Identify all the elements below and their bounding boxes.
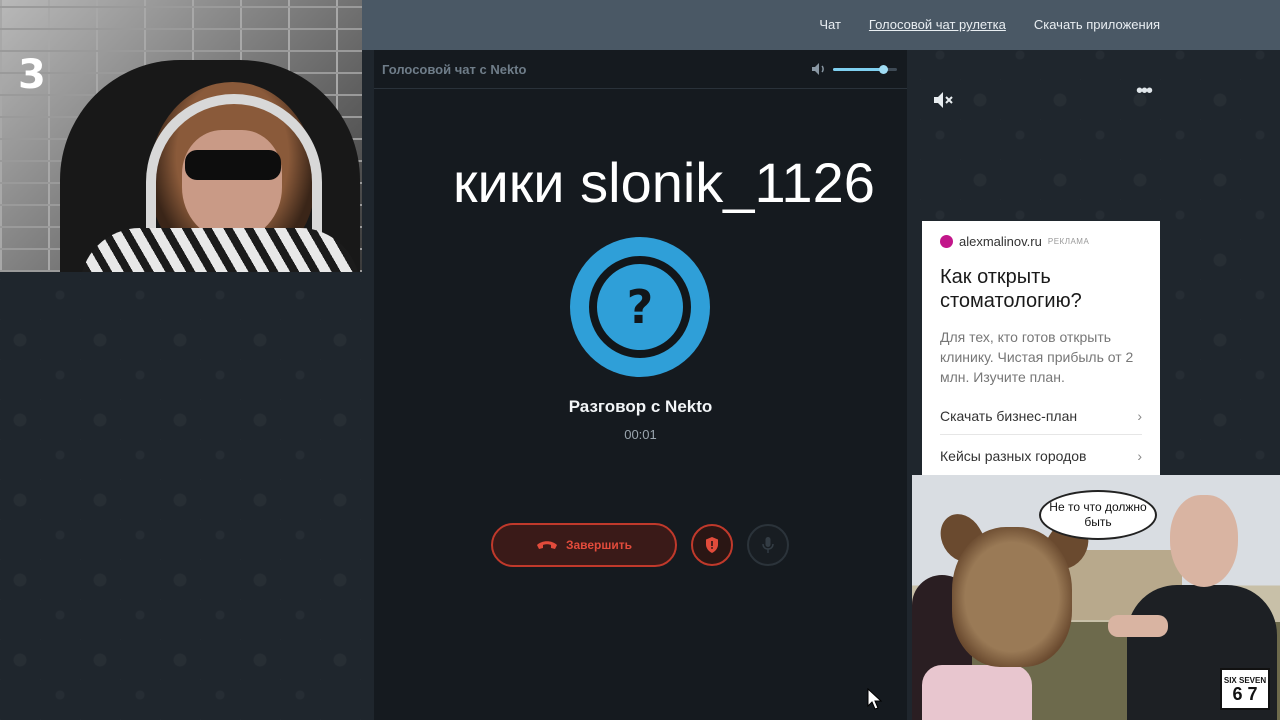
ad-body: Для тех, кто готов открыть клинику. Чист…: [940, 329, 1134, 385]
top-navbar: Чат Голосовой чат рулетка Скачать прилож…: [362, 0, 1280, 50]
stream-overlay-text: кики slonik_1126: [453, 151, 875, 214]
volume-slider[interactable]: [833, 64, 897, 74]
microphone-button[interactable]: [747, 524, 789, 566]
nav-download-apps[interactable]: Скачать приложения: [1034, 17, 1160, 32]
meme-badge: SIX SEVEN 6 7: [1220, 668, 1270, 710]
ad-tag: РЕКЛАМА: [1047, 237, 1090, 246]
mouse-cursor-icon: [867, 688, 883, 710]
call-timer: 00:01: [624, 427, 657, 442]
meme-pointing-hand: [1108, 615, 1168, 637]
meme-image: Не то что должно быть SIX SEVEN 6 7: [912, 475, 1280, 720]
volume-control[interactable]: [811, 62, 897, 76]
main-nav: Чат Голосовой чат рулетка Скачать прилож…: [819, 17, 1160, 32]
question-icon: ?: [626, 280, 654, 334]
ad-headline[interactable]: Как открыть стоматологию?: [940, 265, 1150, 313]
report-button[interactable]: [691, 524, 733, 566]
volume-fill: [833, 67, 883, 71]
ad-link-cases[interactable]: Кейсы разных городов ›: [940, 448, 1142, 464]
more-options-icon[interactable]: •••: [1136, 80, 1153, 103]
webcam-overlay: 3: [0, 0, 362, 272]
speaker-icon[interactable]: [811, 62, 827, 76]
panel-title: Голосовой чат с Nekto: [382, 62, 527, 77]
chevron-right-icon: ›: [1137, 408, 1142, 424]
ad-link-label: Скачать бизнес-план: [940, 408, 1078, 424]
advertisement-card[interactable]: alexmalinov.ru РЕКЛАМА Как открыть стома…: [922, 221, 1160, 475]
meme-coat: [922, 665, 1032, 720]
end-call-button[interactable]: Завершить: [491, 523, 677, 567]
ad-domain[interactable]: alexmalinov.ru: [959, 234, 1042, 249]
hangup-icon: [536, 541, 557, 549]
streamer-shirt: [80, 228, 360, 272]
shield-icon: [706, 537, 718, 553]
panel-header: Голосовой чат с Nekto: [374, 50, 907, 89]
end-call-label: Завершить: [565, 538, 633, 552]
volume-knob[interactable]: [878, 64, 888, 74]
muted-speaker-icon[interactable]: [933, 91, 953, 109]
ad-link-label: Кейсы разных городов: [940, 448, 1087, 464]
conversation-title: Разговор с Nekto: [568, 397, 713, 416]
nav-chat[interactable]: Чат: [819, 17, 841, 32]
meme-dog: [952, 527, 1072, 667]
meme-man-head: [1170, 495, 1238, 587]
meme-speech-bubble: Не то что должно быть: [1039, 490, 1157, 540]
ad-link-business-plan[interactable]: Скачать бизнес-план ›: [940, 408, 1142, 435]
chevron-right-icon: ›: [1137, 448, 1142, 464]
ad-source: alexmalinov.ru РЕКЛАМА: [940, 234, 1089, 249]
partner-avatar: ?: [570, 237, 710, 377]
avatar-ring: ?: [589, 256, 691, 358]
badge-number: 6 7: [1232, 683, 1258, 704]
ad-favicon: [940, 235, 953, 248]
webcam-mark: 3: [18, 52, 46, 98]
microphone-icon: [762, 537, 774, 553]
nav-voice-roulette[interactable]: Голосовой чат рулетка: [869, 17, 1006, 32]
